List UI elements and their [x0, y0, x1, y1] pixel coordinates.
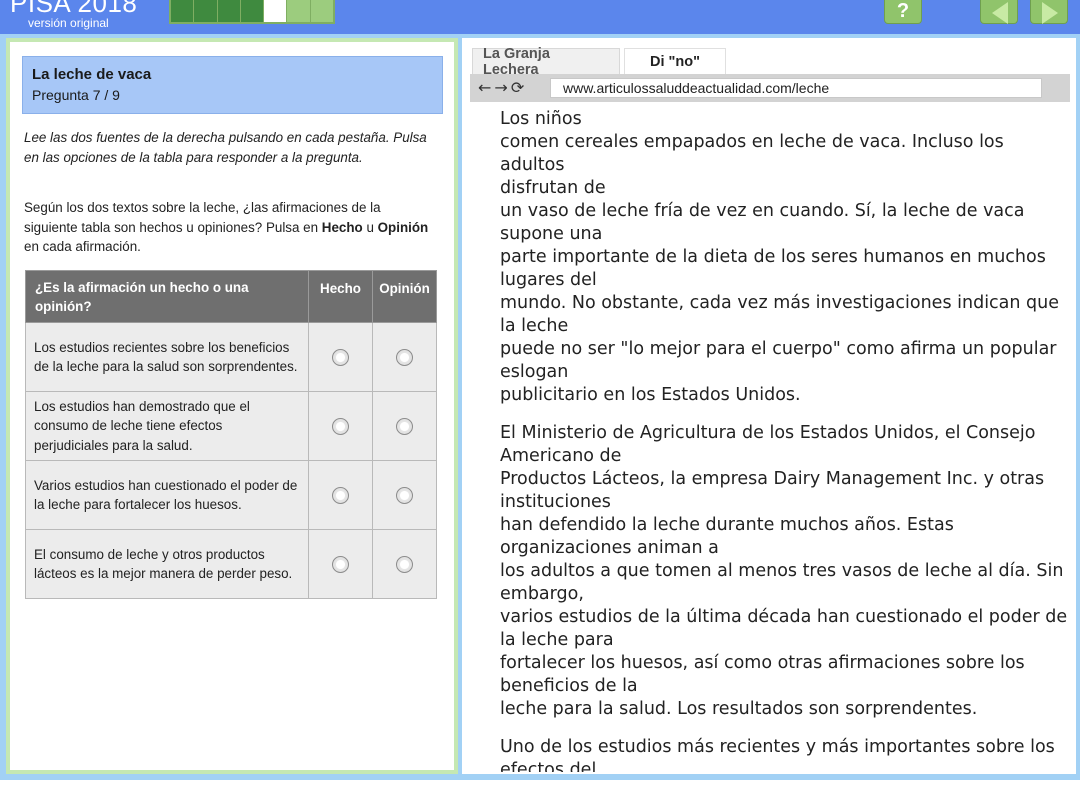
question-text: Según los dos textos sobre la leche, ¿la… — [24, 198, 434, 257]
article-line: efectos del — [500, 760, 597, 772]
article-line: mundo. No obstante, cada vez más investi… — [500, 293, 1060, 313]
tab-la-granja-lechera[interactable]: La Granja Lechera — [472, 46, 620, 78]
opinion-radio[interactable] — [396, 349, 413, 367]
progress-segment — [264, 0, 287, 22]
fact-radio[interactable] — [332, 418, 349, 436]
article-line: organizaciones animan a — [500, 538, 719, 558]
progress-segment — [217, 0, 240, 22]
article-line: El Ministerio de Agricultura de los Esta… — [500, 423, 1036, 443]
opinion-radio[interactable] — [396, 487, 413, 505]
question-panel-frame: La leche de vaca Pregunta 7 / 9 Lee las … — [6, 38, 458, 774]
progress-bar — [169, 0, 335, 24]
article-paragraph: El Ministerio de Agricultura de los Esta… — [500, 422, 1072, 721]
back-button[interactable] — [980, 0, 1018, 24]
article-line: beneficios de la — [500, 676, 638, 696]
article-line: un vaso de leche fría de vez en cuando. … — [500, 201, 1025, 221]
statement-cell: Los estudios han demostrado que el consu… — [25, 391, 309, 461]
table-header-row: ¿Es la afirmación un hecho o una opinión… — [25, 270, 437, 323]
fact-cell — [308, 391, 373, 461]
article-line: instituciones — [500, 492, 611, 512]
arrow-left-icon — [992, 2, 1008, 24]
progress-segment — [171, 0, 194, 22]
opinion-cell — [372, 391, 437, 461]
article-line: embargo, — [500, 584, 584, 604]
article-line: los adultos a que tomen al menos tres va… — [500, 561, 1064, 581]
browser-bar: ←→⟳ www.articulossaluddeactualidad.com/l… — [470, 74, 1070, 102]
article-line: leche para la salud. Los resultados son … — [500, 699, 978, 719]
forward-arrow-icon[interactable]: → — [494, 78, 510, 97]
question-number: Pregunta 7 / 9 — [32, 87, 120, 103]
source-panel: La Granja Lechera Di "no" ←→⟳ www.articu… — [462, 38, 1076, 774]
progress-segment — [287, 0, 310, 22]
header-opinion: Opinión — [372, 270, 437, 323]
table-row: Varios estudios han cuestionado el poder… — [25, 460, 437, 530]
opinion-radio[interactable] — [396, 418, 413, 436]
article-line: han defendido la leche durante muchos añ… — [500, 515, 954, 535]
article-paragraph: Los niños comen cereales empapados en lec… — [500, 108, 1072, 407]
progress-segment — [194, 0, 217, 22]
progress-segment — [240, 0, 264, 22]
instructions-text: Lee las dos fuentes de la derecha pulsan… — [24, 130, 427, 165]
top-bar: PISA 2018 versión original ? — [0, 0, 1080, 34]
browser-nav-icons: ←→⟳ — [478, 78, 527, 97]
article-line: publicitario en los Estados Unidos. — [500, 385, 801, 405]
article-line: puede no ser "lo mejor para el cuerpo" c… — [500, 339, 1057, 359]
article-line: fortalecer los huesos, así como otras af… — [500, 653, 1025, 673]
table-row: El consumo de leche y otros productos lá… — [25, 529, 437, 599]
source-tabs: La Granja Lechera Di "no" — [472, 46, 730, 78]
progress-segment — [310, 0, 333, 22]
article-line: parte importante de la dieta de los sere… — [500, 247, 1046, 267]
question-header: La leche de vaca Pregunta 7 / 9 — [22, 56, 443, 114]
next-button[interactable] — [1030, 0, 1068, 24]
opinion-radio[interactable] — [396, 556, 413, 574]
fact-cell — [308, 529, 373, 599]
question-text-hecho: Hecho — [321, 219, 363, 235]
article-line: lugares del — [500, 270, 597, 290]
question-text-part: en cada afirmación. — [24, 239, 141, 254]
fact-radio[interactable] — [332, 556, 349, 574]
article-line: supone una — [500, 224, 603, 244]
article-line: la leche — [500, 316, 569, 336]
back-arrow-icon[interactable]: ← — [478, 78, 494, 97]
article-line: eslogan — [500, 362, 569, 382]
article-line: comen cereales empapados en leche de vac… — [500, 132, 1004, 175]
statement-cell: El consumo de leche y otros productos lá… — [25, 529, 309, 599]
main-area: La leche de vaca Pregunta 7 / 9 Lee las … — [0, 34, 1080, 780]
table-row: Los estudios han demostrado que el consu… — [25, 391, 437, 461]
statement-cell: Varios estudios han cuestionado el poder… — [25, 460, 309, 530]
table-row: Los estudios recientes sobre los benefic… — [25, 322, 437, 392]
article-line: varios estudios de la última década han … — [500, 607, 1068, 627]
arrow-right-icon — [1042, 2, 1058, 24]
question-text-part: u — [362, 219, 378, 235]
url-field: www.articulossaluddeactualidad.com/leche — [550, 78, 1042, 98]
brand-subtitle: versión original — [28, 16, 109, 30]
opinion-cell — [372, 322, 437, 392]
article-line: Los niños — [500, 109, 582, 129]
fact-radio[interactable] — [332, 349, 349, 367]
article-line: Americano de — [500, 446, 622, 466]
header-statement: ¿Es la afirmación un hecho o una opinión… — [25, 270, 309, 323]
opinion-cell — [372, 460, 437, 530]
statement-cell: Los estudios recientes sobre los benefic… — [25, 322, 309, 392]
question-title: La leche de vaca — [32, 66, 152, 83]
article-line: disfrutan de — [500, 178, 606, 198]
article-line: la leche para — [500, 630, 614, 650]
help-button[interactable]: ? — [884, 0, 922, 24]
header-fact: Hecho — [308, 270, 373, 323]
article-paragraph: Uno de los estudios más recientes y más … — [500, 736, 1072, 772]
bottom-strip — [0, 780, 1080, 800]
reload-icon[interactable]: ⟳ — [511, 78, 527, 97]
question-panel: La leche de vaca Pregunta 7 / 9 Lee las … — [10, 42, 454, 770]
fact-cell — [308, 460, 373, 530]
question-mark-icon: ? — [896, 0, 910, 22]
tab-di-no[interactable]: Di "no" — [624, 48, 726, 74]
article-line: Productos Lácteos, la empresa Dairy Mana… — [500, 469, 1045, 489]
fact-radio[interactable] — [332, 487, 349, 505]
question-text-opinion: Opinión — [377, 219, 429, 235]
article-line: Uno de los estudios más recientes y más … — [500, 737, 1055, 757]
fact-cell — [308, 322, 373, 392]
fact-opinion-table: ¿Es la afirmación un hecho o una opinión… — [25, 270, 437, 599]
article-body: Los niños comen cereales empapados en lec… — [500, 108, 1072, 772]
opinion-cell — [372, 529, 437, 599]
